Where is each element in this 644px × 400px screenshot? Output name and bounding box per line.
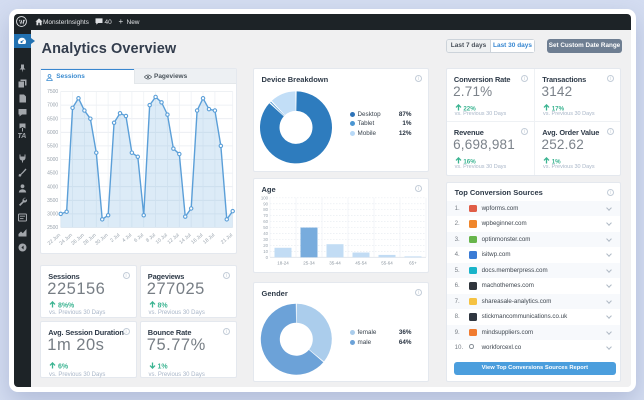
svg-text:5000: 5000 [47,157,58,163]
svg-text:10: 10 [263,249,268,254]
svg-text:21 Jul: 21 Jul [220,232,234,245]
svg-text:4000: 4000 [47,184,58,190]
svg-text:6500: 6500 [47,116,58,122]
svg-text:14 Jul: 14 Jul [179,232,193,245]
svg-text:60: 60 [263,219,268,224]
svg-text:70: 70 [263,213,268,218]
svg-text:0: 0 [265,255,268,260]
svg-text:80: 80 [263,207,268,212]
svg-text:45-54: 45-54 [355,261,367,266]
svg-text:3000: 3000 [47,211,58,217]
svg-text:50: 50 [263,225,268,230]
svg-text:2 Jul: 2 Jul [110,232,122,243]
svg-text:12 Jul: 12 Jul [167,232,181,245]
svg-text:35-44: 35-44 [329,261,341,266]
svg-text:90: 90 [263,201,268,206]
svg-text:6000: 6000 [47,129,58,135]
svg-text:5500: 5500 [47,143,58,149]
svg-text:20: 20 [263,243,268,248]
svg-text:18 Jul: 18 Jul [202,232,216,245]
svg-text:7000: 7000 [47,102,58,108]
svg-text:25-34: 25-34 [303,261,315,266]
svg-text:16 Jul: 16 Jul [191,232,205,245]
svg-text:4500: 4500 [47,170,58,176]
svg-text:10 Jul: 10 Jul [155,232,169,245]
svg-text:18-24: 18-24 [277,261,289,266]
svg-text:7500: 7500 [47,89,58,95]
svg-text:30: 30 [263,237,268,242]
svg-text:2500: 2500 [47,225,58,231]
svg-text:6 Jul: 6 Jul [133,232,145,243]
svg-text:55-64: 55-64 [381,261,393,266]
svg-text:4 Jul: 4 Jul [122,232,134,243]
svg-text:30 Jun: 30 Jun [94,232,110,246]
svg-text:100: 100 [260,195,268,200]
svg-text:3500: 3500 [47,197,58,203]
svg-text:40: 40 [263,231,268,236]
svg-text:65+: 65+ [409,261,417,266]
